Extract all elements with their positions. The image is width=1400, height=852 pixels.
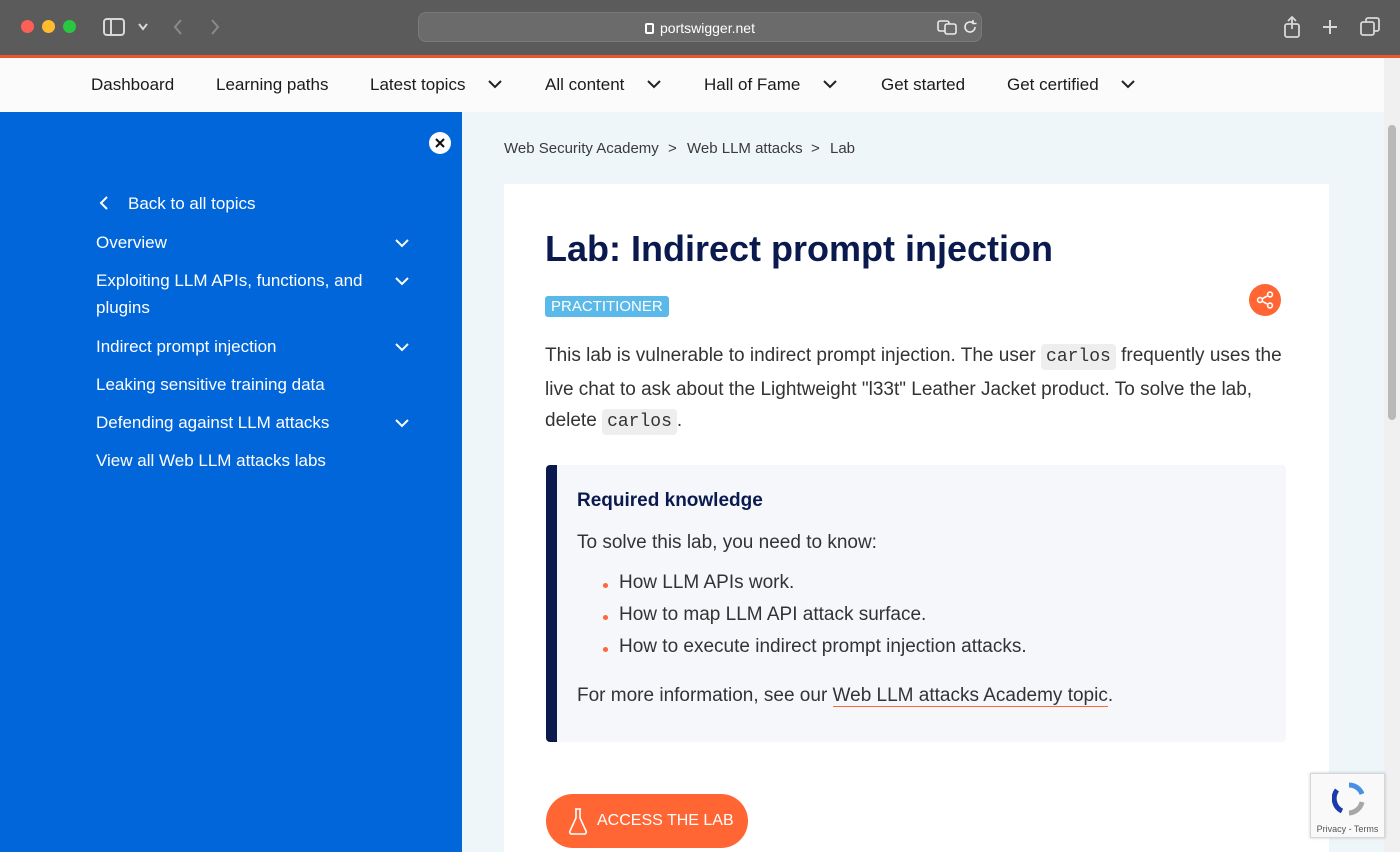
breadcrumb-separator: > [668, 140, 677, 157]
list-item: How to execute indirect prompt injection… [619, 636, 1027, 657]
sidebar-item-view-all-labs[interactable]: View all Web LLM attacks labs [96, 447, 386, 474]
access-lab-label: ACCESS THE LAB [597, 812, 734, 829]
nav-dashboard[interactable]: Dashboard [91, 75, 174, 95]
share-button[interactable] [1249, 284, 1281, 316]
tab-overview-icon[interactable] [1360, 17, 1380, 40]
academy-topic-link[interactable]: Web LLM attacks Academy topic [832, 685, 1108, 707]
chevron-down-icon[interactable] [394, 340, 410, 358]
chevron-down-icon[interactable] [1120, 77, 1136, 95]
back-icon[interactable] [172, 17, 184, 40]
nav-all-content[interactable]: All content [545, 75, 624, 95]
lab-description: This lab is vulnerable to indirect promp… [545, 340, 1285, 439]
page-title: Lab: Indirect prompt injection [545, 228, 1054, 269]
breadcrumb-academy[interactable]: Web Security Academy [504, 140, 659, 157]
chevron-down-icon[interactable] [646, 77, 662, 95]
close-window-button[interactable] [21, 20, 34, 33]
recaptcha-links[interactable]: Privacy - Terms [1311, 824, 1384, 834]
sidebar-item-exploiting-apis[interactable]: Exploiting LLM APIs, functions, and plug… [96, 267, 386, 321]
share-browser-icon[interactable] [1283, 15, 1301, 41]
share-icon [1256, 291, 1274, 309]
recaptcha-icon [1332, 782, 1365, 816]
bullet-dot [603, 583, 608, 588]
user-code: carlos [1041, 344, 1116, 370]
address-bar[interactable]: portswigger.net [418, 12, 982, 42]
close-sidebar-button[interactable] [429, 132, 451, 154]
breadcrumb-lab: Lab [830, 140, 856, 157]
bullet-dot [603, 615, 608, 620]
sidebar-item-leaking-training-data[interactable]: Leaking sensitive training data [96, 371, 386, 398]
chevron-down-icon[interactable] [394, 236, 410, 254]
chevron-down-icon[interactable] [137, 19, 149, 37]
chevron-down-icon[interactable] [822, 77, 838, 95]
access-lab-button[interactable]: ACCESS THE LAB [546, 794, 748, 848]
back-to-topics-link[interactable]: Back to all topics [128, 190, 418, 217]
bullet-dot [603, 647, 608, 652]
recaptcha-badge[interactable]: Privacy - Terms [1310, 773, 1385, 838]
reload-icon[interactable] [962, 19, 978, 40]
breadcrumb-separator: > [811, 140, 820, 157]
nav-get-started[interactable]: Get started [881, 75, 965, 95]
close-icon [435, 138, 445, 148]
sidebar-item-indirect-prompt-injection[interactable]: Indirect prompt injection [96, 333, 386, 360]
nav-get-certified[interactable]: Get certified [1007, 75, 1099, 95]
lock-icon [645, 23, 655, 34]
nav-learning-paths[interactable]: Learning paths [216, 75, 328, 95]
new-tab-icon[interactable] [1321, 18, 1339, 39]
topic-sidebar [0, 112, 462, 852]
chevron-left-icon[interactable] [99, 195, 109, 216]
url-display: portswigger.net [419, 20, 981, 36]
top-navigation [0, 58, 1384, 112]
list-item: How to map LLM API attack surface. [619, 604, 927, 625]
user-code: carlos [602, 409, 677, 435]
minimize-window-button[interactable] [42, 20, 55, 33]
chevron-down-icon[interactable] [394, 416, 410, 434]
scrollbar-thumb[interactable] [1388, 125, 1396, 420]
sidebar-item-defending[interactable]: Defending against LLM attacks [96, 409, 386, 436]
level-badge: PRACTITIONER [545, 296, 669, 317]
chevron-down-icon[interactable] [394, 274, 410, 292]
nav-hall-of-fame[interactable]: Hall of Fame [704, 75, 800, 95]
sidebar-item-overview[interactable]: Overview [96, 229, 386, 256]
flask-icon [568, 808, 588, 835]
required-knowledge-heading: Required knowledge [577, 490, 763, 511]
zoom-window-button[interactable] [63, 20, 76, 33]
translate-icon[interactable] [937, 19, 957, 40]
required-knowledge-lead: To solve this lab, you need to know: [577, 532, 877, 553]
chevron-down-icon[interactable] [487, 77, 503, 95]
list-item: How LLM APIs work. [619, 572, 795, 593]
breadcrumb-web-llm-attacks[interactable]: Web LLM attacks [687, 140, 803, 157]
more-info-text: For more information, see our Web LLM at… [577, 685, 1114, 707]
nav-latest-topics[interactable]: Latest topics [370, 75, 465, 95]
forward-icon[interactable] [209, 17, 221, 40]
sidebar-toggle-icon[interactable] [103, 18, 125, 39]
